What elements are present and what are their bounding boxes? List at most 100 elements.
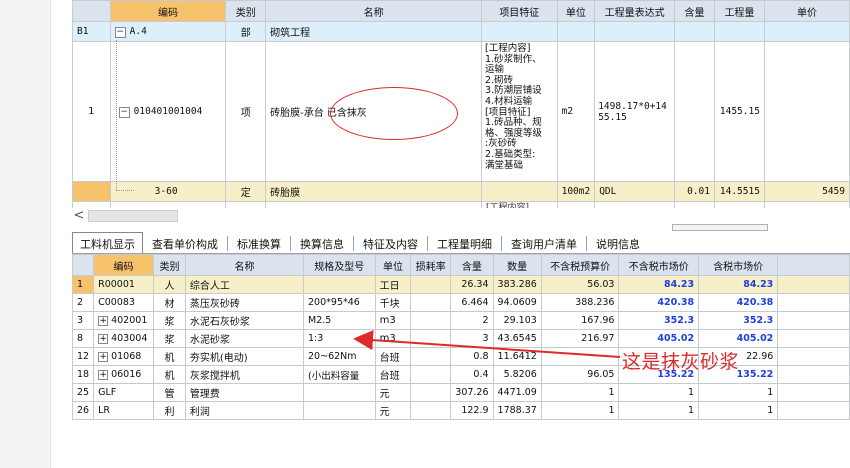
content-cell[interactable]: 6.464: [450, 293, 494, 312]
code-cell[interactable]: −010401001004: [109, 41, 227, 182]
expand-toggle[interactable]: +: [98, 370, 109, 380]
tab-notes[interactable]: 说明信息: [587, 236, 649, 251]
extra-cell: [777, 329, 850, 348]
tab-standard-conversion[interactable]: 标准换算: [228, 236, 291, 251]
header-cell-market[interactable]: 不含税市场价: [618, 254, 700, 276]
header-cell-unit[interactable]: 单位: [374, 254, 412, 276]
content-cell[interactable]: 3: [450, 329, 494, 348]
tab-material-machine[interactable]: 工料机显示: [72, 232, 143, 254]
content-cell[interactable]: 122.9: [450, 401, 494, 420]
market-tax-cell[interactable]: 420.38: [698, 293, 779, 312]
price-cell: [763, 21, 850, 42]
market-cell[interactable]: 352.3: [618, 311, 700, 330]
header-cell-qty[interactable]: 工程量: [713, 0, 765, 22]
code-cell[interactable]: +06016: [93, 365, 155, 384]
unit-cell: 元: [374, 383, 412, 402]
unit-cell: 台班: [374, 365, 412, 384]
code-cell[interactable]: LR: [93, 401, 155, 420]
header-cell-unit[interactable]: 单位: [556, 0, 596, 22]
code-text: A.4: [129, 25, 147, 37]
content-cell[interactable]: 0.8: [450, 347, 494, 366]
header-cell-content[interactable]: 含量: [674, 0, 715, 22]
code-cell[interactable]: +402001: [93, 311, 155, 330]
qty-cell: 4471.09: [492, 383, 542, 402]
table-row-1[interactable]: 1 −010401001004 项 砖胎膜-承台 已含抹灰 [工程内容] 1.砂…: [72, 41, 850, 182]
market-tax-cell[interactable]: 405.02: [698, 329, 779, 348]
table-row[interactable]: 25 GLF 管管理费元 307.26 4471.09 1 1 1: [72, 383, 850, 402]
empty-cell: [94, 420, 154, 435]
spec-cell: [303, 275, 376, 294]
expand-toggle[interactable]: +: [98, 352, 109, 362]
empty-cell: [541, 420, 619, 435]
type-cell: 管: [153, 383, 186, 402]
header-cell-type[interactable]: 类别: [153, 254, 186, 276]
table-row-sub[interactable]: 3-60 定 砖胎膜 100m2 QDL 0.01 14.5515 5459: [72, 181, 850, 202]
content-cell[interactable]: 307.26: [450, 383, 494, 402]
tab-conversion-info[interactable]: 换算信息: [291, 236, 354, 251]
expr-cell[interactable]: 1498.17*0+14 55.15: [594, 41, 676, 182]
header-cell-content[interactable]: 含量: [450, 254, 494, 276]
market-cell[interactable]: 405.02: [618, 329, 700, 348]
expand-toggle[interactable]: +: [98, 334, 109, 344]
code-cell[interactable]: GLF: [93, 383, 155, 402]
unit-cell: 工日: [374, 275, 412, 294]
feature-cell[interactable]: [工程内容] 1.砂浆制作、 运输 2.砌砖 3.防潮层铺设 4.材料运输 [项…: [481, 41, 558, 182]
header-cell-code[interactable]: 编码: [93, 254, 155, 276]
header-cell-loss[interactable]: 损耗率: [410, 254, 452, 276]
table-row[interactable]: 3 +402001 浆水泥石灰砂浆 M2.5 m3 2 29.103 167.96 352.3 3…: [72, 311, 850, 330]
collapse-toggle[interactable]: −: [114, 26, 126, 38]
code-cell[interactable]: − A.4: [109, 21, 227, 42]
header-cell-market-tax[interactable]: 含税市场价: [698, 254, 779, 276]
extra-cell: [777, 311, 850, 330]
header-cell-name[interactable]: 名称: [184, 254, 305, 276]
market-cell[interactable]: 84.23: [618, 275, 700, 294]
tab-user-list[interactable]: 查询用户清单: [502, 236, 587, 251]
header-cell-qty[interactable]: 数量: [492, 254, 542, 276]
header-cell-feature[interactable]: 项目特征: [481, 0, 558, 22]
horizontal-scrollbar[interactable]: <: [72, 208, 850, 224]
content-cell[interactable]: 2: [450, 311, 494, 330]
table-row[interactable]: 26 LR 利利润元 122.9 1788.37 1 1 1: [72, 401, 850, 420]
header-cell-type[interactable]: 类别: [225, 0, 267, 22]
table-row[interactable]: 2 C00083 材蒸压灰砂砖 200*95*46 千块 6.464 94.0609 388.…: [72, 293, 850, 312]
scroll-thumb[interactable]: [88, 210, 178, 222]
header-cell-name[interactable]: 名称: [265, 0, 483, 22]
content-cell[interactable]: 26.34: [450, 275, 494, 294]
code-cell[interactable]: R00001: [93, 275, 155, 294]
header-cell-price[interactable]: 单价: [763, 0, 850, 22]
splitter-handle[interactable]: [672, 224, 768, 231]
tab-unit-price[interactable]: 查看单价构成: [143, 236, 228, 251]
expand-toggle[interactable]: +: [98, 316, 109, 326]
feature-cell: [481, 181, 558, 202]
scroll-left-icon[interactable]: <: [72, 208, 86, 224]
content-cell[interactable]: 0.4: [450, 365, 494, 384]
code-cell[interactable]: +403004: [93, 329, 155, 348]
table-row[interactable]: 1 R00001 人综合人工 工日 26.34 383.286 56.03 84.23 84.2…: [72, 275, 850, 294]
header-cell-code[interactable]: 编码: [109, 0, 227, 22]
unit-cell: 台班: [374, 347, 412, 366]
market-tax-cell[interactable]: 1: [698, 401, 779, 420]
spec-cell: [303, 401, 376, 420]
empty-cell: [778, 420, 850, 435]
market-tax-cell[interactable]: 352.3: [698, 311, 779, 330]
table-row[interactable]: 8 +403004 浆水泥砂浆 1:3 m3 3 43.6545 216.97 405.02 40…: [72, 329, 850, 348]
market-cell[interactable]: 1: [618, 383, 700, 402]
table-row-b1[interactable]: B1 − A.4 部 砌筑工程: [72, 21, 850, 42]
idx-cell: 3: [72, 311, 95, 330]
tab-quantity-detail[interactable]: 工程量明细: [428, 236, 502, 251]
market-cell[interactable]: 1: [618, 401, 700, 420]
loss-cell: [410, 275, 452, 294]
code-cell[interactable]: 3-60: [109, 181, 227, 202]
header-cell-spec[interactable]: 规格及型号: [303, 254, 376, 276]
market-tax-cell[interactable]: 84.23: [698, 275, 779, 294]
market-cell[interactable]: 420.38: [618, 293, 700, 312]
tab-features[interactable]: 特征及内容: [354, 236, 428, 251]
header-cell: [72, 0, 111, 22]
code-cell[interactable]: C00083: [93, 293, 155, 312]
collapse-toggle[interactable]: −: [118, 106, 130, 118]
header-cell-budget[interactable]: 不含税预算价: [540, 254, 620, 276]
market-tax-cell[interactable]: 1: [698, 383, 779, 402]
expr-cell[interactable]: QDL: [594, 181, 676, 202]
header-cell-expr[interactable]: 工程量表达式: [594, 0, 676, 22]
code-cell[interactable]: +01068: [93, 347, 155, 366]
